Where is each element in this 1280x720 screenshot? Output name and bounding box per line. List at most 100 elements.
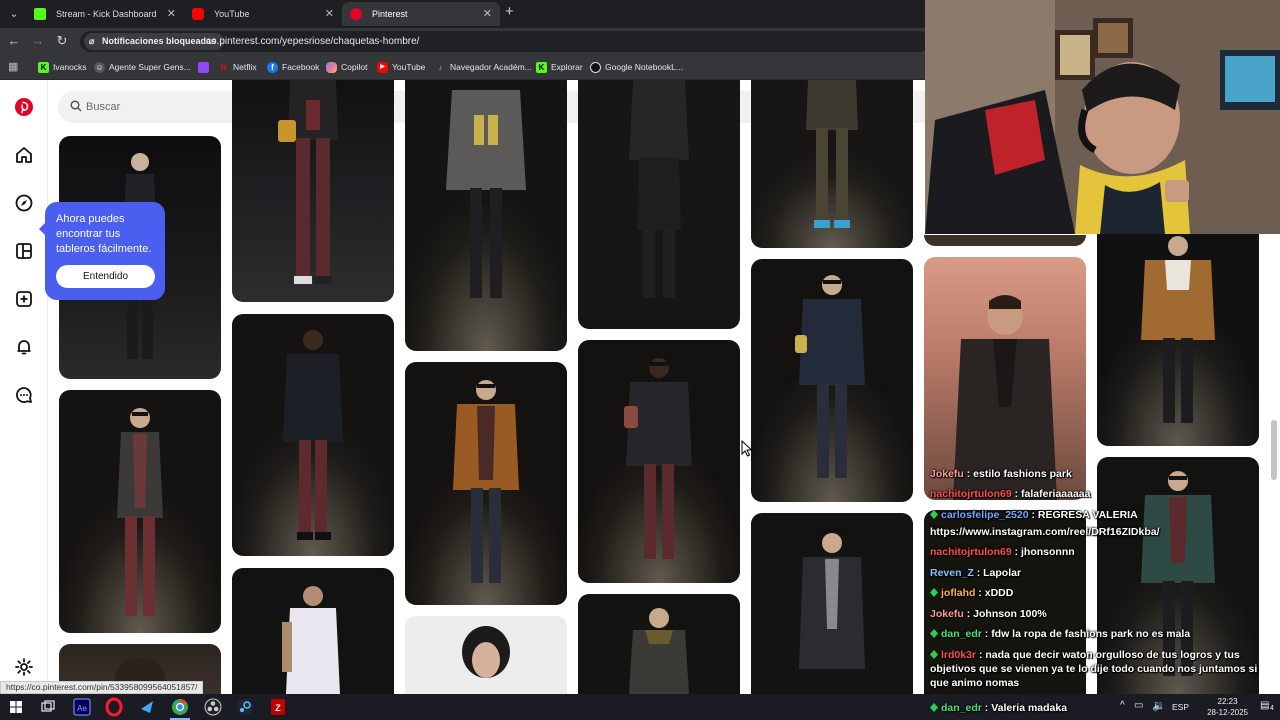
bookmark-ivanocks[interactable]: K Ivanocks [38,55,87,79]
bookmark-youtube[interactable]: ▶ YouTube [377,55,425,79]
bookmark-agente[interactable]: ☺ Agente Super Gens... [94,55,191,79]
bookmark-netflix[interactable]: N Netflix [218,55,257,79]
url-text[interactable]: co.pinterest.com/yepesriose/chaquetas-ho… [206,31,419,52]
bookmark-explorar[interactable]: K Explorar [536,55,583,79]
svg-text:Z: Z [275,703,281,713]
after-effects-icon[interactable]: Ae [72,697,92,717]
notifications-icon[interactable] [14,337,34,357]
new-tab-icon[interactable]: + [505,3,514,20]
windows-start-icon[interactable] [6,697,26,717]
forward-icon[interactable]: → [30,33,46,49]
chat-message: nachitojrtulon69 : falaferiaaaaaa [930,488,1091,500]
pin-card[interactable] [924,257,1086,500]
bell-off-icon: ⌀ [89,36,95,46]
chat-message: carlosfelipe_2520 : REGRESA VALERIA [930,509,1138,521]
bookmark-label: Agente Super Gens... [109,62,191,72]
navigator-icon: ♪ [438,63,443,72]
settings-icon[interactable] [14,657,34,677]
boards-icon[interactable] [14,241,34,261]
pin-card[interactable] [578,340,740,583]
bookmark-label: Google NotebookL... [605,62,683,72]
pin-card[interactable] [405,616,567,694]
pin-card[interactable] [751,259,913,502]
bookmark-twitch[interactable] [198,55,209,79]
pin-card[interactable] [1097,200,1259,446]
webcam-overlay [925,0,1280,234]
chat-text: : nada que decir waton orgulloso de tus … [930,649,1258,689]
tooltip-dismiss-button[interactable]: Entendido [56,265,155,288]
chat-username: Jokefu [930,468,964,480]
chat-username: lrd0k3r [941,649,977,661]
bookmark-notebooklm[interactable]: Google NotebookL... [590,55,683,79]
task-view-icon[interactable] [38,697,58,717]
pin-card[interactable] [924,235,1086,246]
bookmark-label: YouTube [392,62,426,72]
filezilla-icon[interactable]: Z [268,697,288,717]
pin-card[interactable] [232,314,394,556]
close-icon[interactable]: ✕ [483,2,492,26]
chat-username: dan_edr [941,628,982,640]
chat-message-link: https://www.instagram.com/reel/DRf16ZIDk… [930,526,1160,538]
chat-username: nachitojrtulon69 [930,488,1012,500]
pin-card[interactable] [405,80,567,351]
pinterest-logo-icon[interactable] [14,97,34,117]
messages-icon[interactable] [14,385,34,405]
close-icon[interactable]: ✕ [167,2,176,26]
tooltip-text: Ahora puedes encontrar tus tableros fáci… [56,213,152,255]
tab-youtube[interactable]: YouTube ✕ [184,2,342,26]
explore-icon[interactable] [14,193,34,213]
home-icon[interactable] [14,145,34,165]
bookmark-facebook[interactable]: f Facebook [267,55,319,79]
youtube-icon [192,8,204,20]
steam-icon[interactable] [235,697,255,717]
pin-card[interactable] [59,390,221,633]
tab-search-icon[interactable]: ⌄ [4,5,24,23]
search-icon [70,100,82,112]
reload-icon[interactable]: ↻ [54,33,70,49]
status-url: https://co.pinterest.com/pin/53395809956… [0,681,204,694]
bookmark-navegador[interactable]: ♪ Navegador Académ... [435,55,532,79]
chrome-icon[interactable] [170,697,190,717]
chat-username: carlosfelipe_2520 [941,509,1029,521]
chat-text: : fdw la ropa de fashions park no es mal… [981,628,1191,640]
back-icon[interactable]: ← [6,33,22,49]
pin-card[interactable] [751,80,913,248]
pin-card[interactable] [405,362,567,605]
svg-text:Ae: Ae [77,704,87,713]
create-icon[interactable] [14,289,34,309]
tab-pinterest[interactable]: Pinterest ✕ [342,2,500,26]
chat-username: dan_edr [941,702,982,714]
mouse-cursor-icon [741,440,753,457]
chat-message: lrd0k3r : nada que decir waton orgulloso… [930,648,1275,690]
tab-kick[interactable]: Stream - Kick Dashboard ✕ [26,2,184,26]
bookmark-label: Copilot [341,62,368,72]
omnibox[interactable]: ⌀ Notificaciones bloqueadas co.pinterest… [80,31,930,52]
twitch-icon [198,62,209,73]
kick-icon: K [38,62,49,73]
apps-grid-icon[interactable]: ▦ [8,61,20,73]
kick-icon: K [536,62,547,73]
opera-icon[interactable] [104,697,124,717]
webcam-feed [925,0,1280,234]
bookmark-label: Explorar [551,62,583,72]
pin-card[interactable] [578,80,740,329]
tab-label: Stream - Kick Dashboard [56,9,157,19]
chat-message: joflahd : xDDD [930,587,1013,599]
obs-icon[interactable] [203,697,223,717]
pin-card[interactable] [751,513,913,694]
notifications-blocked-chip[interactable]: ⌀ Notificaciones bloqueadas [84,33,225,50]
boards-tooltip: Ahora puedes encontrar tus tableros fáci… [39,202,165,300]
app-arrow-icon[interactable] [138,697,158,717]
pin-card[interactable] [232,568,394,694]
bookmark-copilot[interactable]: Copilot [326,55,367,79]
close-icon[interactable]: ✕ [325,2,334,26]
tab-label: YouTube [214,9,250,19]
pin-card[interactable] [578,594,740,694]
facebook-icon: f [267,62,278,73]
bookmark-label: Facebook [282,62,320,72]
kick-icon [34,8,46,20]
copilot-icon [326,62,337,73]
pin-card[interactable] [232,80,394,302]
verified-badge-icon [930,510,938,519]
stream-chat-overlay: Jokefu : estilo fashions park nachitojrt… [926,466,1278,716]
